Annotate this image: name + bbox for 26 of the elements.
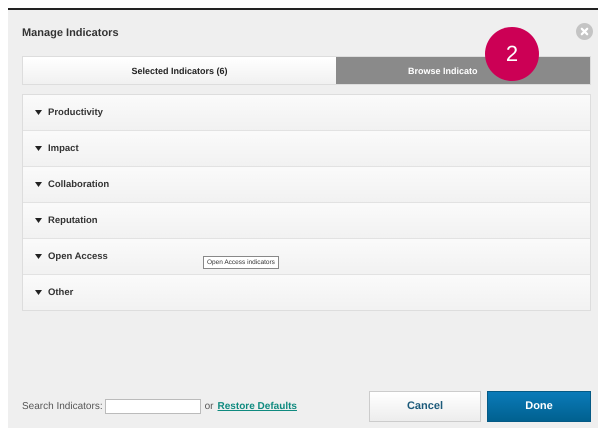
close-icon[interactable] [576,22,593,40]
done-button[interactable]: Done [487,390,591,422]
caret-icon [35,254,42,259]
category-label: Collaboration [48,179,110,190]
search-label: Search Indicators: [22,400,103,412]
cancel-button[interactable]: Cancel [369,390,481,422]
caret-icon [35,218,42,223]
caret-icon [35,290,42,295]
category-label: Other [48,287,74,298]
category-label: Productivity [48,107,103,118]
restore-defaults-link[interactable]: Restore Defaults [218,400,297,412]
dialog-title: Manage Indicators [22,27,119,39]
category-row[interactable]: Impact [23,131,590,167]
step-badge-overlay: 2 [485,27,539,81]
category-label: Reputation [48,215,98,226]
caret-icon [35,146,42,151]
or-text: or [204,400,214,412]
search-field[interactable] [104,398,201,414]
category-row[interactable]: Other [23,275,590,310]
category-label: Open Access [48,251,108,262]
category-row[interactable]: Reputation [23,203,590,239]
caret-icon [35,110,42,115]
category-label: Impact [48,143,79,154]
category-row[interactable]: Collaboration [23,167,590,203]
category-row[interactable]: Productivity [23,95,590,131]
caret-icon [35,182,42,187]
